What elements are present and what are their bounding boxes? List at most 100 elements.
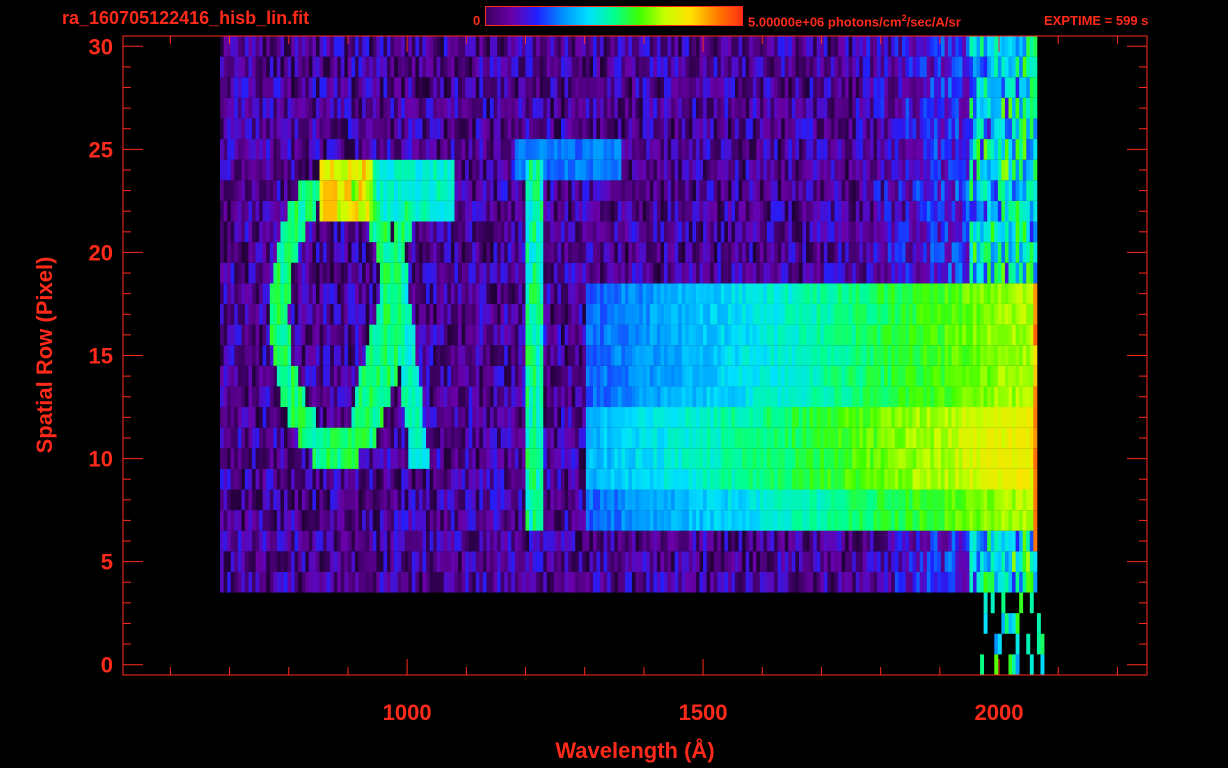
heatmap-cell bbox=[909, 448, 913, 469]
heatmap-cell bbox=[649, 200, 654, 222]
heatmap-cell bbox=[635, 386, 640, 408]
heatmap-cell bbox=[735, 386, 739, 408]
heatmap-cell bbox=[575, 468, 580, 490]
heatmap-cell bbox=[827, 180, 832, 201]
heatmap-cell bbox=[617, 159, 622, 181]
heatmap-cell bbox=[628, 365, 633, 387]
heatmap-cell bbox=[315, 407, 320, 428]
heatmap-cell bbox=[802, 221, 807, 243]
heatmap-cell bbox=[710, 407, 715, 428]
heatmap-cell bbox=[987, 427, 992, 449]
heatmap-cell bbox=[823, 571, 828, 593]
heatmap-cell bbox=[877, 448, 882, 469]
heatmap-cell bbox=[1026, 303, 1031, 325]
heatmap-cell bbox=[319, 489, 324, 511]
heatmap-cell bbox=[873, 242, 878, 263]
heatmap-cell bbox=[301, 530, 306, 552]
heatmap-cell bbox=[383, 324, 388, 346]
heatmap-cell bbox=[376, 448, 381, 469]
heatmap-cell bbox=[504, 365, 509, 387]
heatmap-cell bbox=[788, 283, 793, 304]
heatmap-cell bbox=[440, 283, 445, 304]
heatmap-cell bbox=[656, 407, 661, 428]
heatmap-cell bbox=[802, 262, 807, 284]
heatmap-cell bbox=[507, 345, 512, 366]
heatmap-cell bbox=[784, 283, 789, 304]
heatmap-cell bbox=[539, 345, 544, 366]
heatmap-cell bbox=[404, 571, 409, 593]
heatmap-cell bbox=[667, 345, 672, 366]
heatmap-cell bbox=[539, 303, 544, 325]
heatmap-cell bbox=[564, 200, 569, 222]
heatmap-cell bbox=[415, 407, 420, 428]
heatmap-cell bbox=[340, 345, 345, 366]
heatmap-cell bbox=[372, 324, 377, 346]
heatmap-cell bbox=[553, 468, 558, 490]
heatmap-cell bbox=[291, 427, 296, 449]
heatmap-cell bbox=[337, 489, 342, 511]
heatmap-cell bbox=[976, 180, 981, 201]
heatmap-cell bbox=[742, 221, 747, 243]
heatmap-cell bbox=[369, 365, 374, 387]
heatmap-cell bbox=[326, 303, 331, 325]
heatmap-cell bbox=[603, 324, 608, 346]
heatmap-cell bbox=[305, 407, 310, 428]
heatmap-cell bbox=[951, 221, 956, 243]
heatmap-cell bbox=[724, 324, 729, 346]
heatmap-cell bbox=[777, 365, 782, 387]
heatmap-cell bbox=[568, 139, 573, 160]
heatmap-cell bbox=[632, 139, 636, 160]
heatmap-cell bbox=[472, 468, 477, 490]
heatmap-cell bbox=[589, 448, 594, 469]
heatmap-cell bbox=[301, 427, 306, 449]
heatmap-cell bbox=[369, 468, 374, 490]
heatmap-cell bbox=[660, 510, 665, 531]
heatmap-cell bbox=[273, 468, 278, 490]
heatmap-cell bbox=[326, 551, 331, 572]
heatmap-cell bbox=[358, 365, 363, 387]
heatmap-cell bbox=[241, 159, 246, 181]
heatmap-cell bbox=[916, 489, 921, 511]
heatmap-cell bbox=[646, 510, 651, 531]
heatmap-cell bbox=[362, 303, 367, 325]
heatmap-cell bbox=[308, 448, 313, 469]
heatmap-cell bbox=[479, 510, 484, 531]
heatmap-cell bbox=[720, 283, 725, 304]
heatmap-cell bbox=[365, 159, 370, 181]
heatmap-cell bbox=[813, 427, 818, 449]
heatmap-cell bbox=[628, 407, 633, 428]
heatmap-cell bbox=[589, 551, 594, 572]
heatmap-cell bbox=[269, 407, 274, 428]
heatmap-cell bbox=[433, 427, 438, 449]
heatmap-cell bbox=[479, 571, 484, 593]
heatmap-cell bbox=[546, 221, 551, 243]
heatmap-cell bbox=[923, 324, 928, 346]
heatmap-cell bbox=[735, 324, 739, 346]
heatmap-cell bbox=[411, 407, 416, 428]
heatmap-cell bbox=[845, 345, 850, 366]
heatmap-cell bbox=[255, 386, 260, 408]
heatmap-cell bbox=[596, 448, 601, 469]
heatmap-cell bbox=[532, 530, 537, 552]
heatmap-cell bbox=[607, 489, 612, 511]
heatmap-cell bbox=[376, 324, 381, 346]
heatmap-cell bbox=[862, 242, 867, 263]
heatmap-cell bbox=[447, 159, 452, 181]
heatmap-cell bbox=[521, 303, 526, 325]
heatmap-cell bbox=[276, 448, 281, 469]
heatmap-cell bbox=[951, 427, 956, 449]
heatmap-cell bbox=[234, 283, 239, 304]
heatmap-cell bbox=[284, 571, 288, 593]
heatmap-cell bbox=[411, 551, 416, 572]
heatmap-cell bbox=[962, 407, 967, 428]
heatmap-cell bbox=[965, 489, 970, 511]
heatmap-cell bbox=[774, 159, 779, 181]
heatmap-cell bbox=[315, 571, 320, 593]
heatmap-cell bbox=[525, 551, 530, 572]
heatmap-cell bbox=[713, 365, 718, 387]
heatmap-cell bbox=[607, 345, 612, 366]
heatmap-cell bbox=[248, 427, 253, 449]
heatmap-cell bbox=[511, 571, 516, 593]
heatmap-cell bbox=[664, 386, 668, 408]
heatmap-cell bbox=[220, 180, 225, 201]
